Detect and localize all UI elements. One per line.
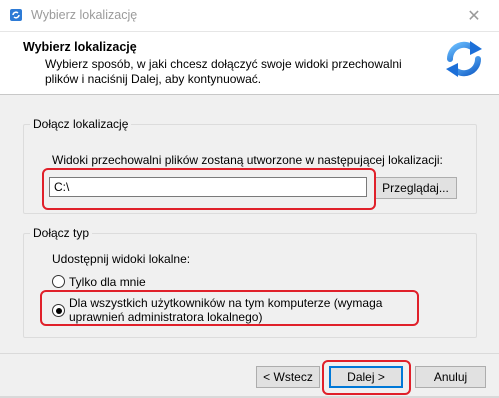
location-path-input[interactable] (49, 177, 367, 197)
back-button[interactable]: < Wstecz (256, 366, 320, 388)
window-title: Wybierz lokalizację (31, 8, 138, 22)
type-group-legend: Dołącz typ (30, 226, 93, 240)
wizard-header: Wybierz lokalizację Wybierz sposób, w ja… (0, 32, 499, 95)
footer-divider (0, 353, 499, 354)
header-title: Wybierz lokalizację (23, 40, 137, 54)
wizard-window: Wybierz lokalizację ✕ Wybierz lokalizacj… (0, 0, 499, 398)
radio-only-me[interactable] (52, 275, 65, 288)
sync-arrows-icon (446, 41, 482, 77)
title-bar: Wybierz lokalizację ✕ (0, 0, 499, 32)
cancel-button[interactable]: Anuluj (415, 366, 486, 388)
radio-all-users-label[interactable]: Dla wszystkich użytkowników na tym kompu… (69, 296, 409, 324)
next-button[interactable]: Dalej > (329, 366, 403, 388)
header-description: Wybierz sposób, w jaki chcesz dołączyć s… (45, 57, 402, 86)
browse-button[interactable]: Przeglądaj... (374, 177, 457, 199)
location-group-legend: Dołącz lokalizację (30, 117, 132, 131)
location-group: Dołącz lokalizację (23, 117, 477, 214)
close-icon[interactable]: ✕ (457, 3, 491, 29)
app-icon (10, 9, 22, 21)
share-label: Udostępnij widoki lokalne: (52, 252, 191, 266)
radio-only-me-label[interactable]: Tylko dla mnie (69, 275, 146, 289)
radio-all-users[interactable] (52, 304, 65, 317)
location-instruction: Widoki przechowalni plików zostaną utwor… (52, 153, 443, 167)
